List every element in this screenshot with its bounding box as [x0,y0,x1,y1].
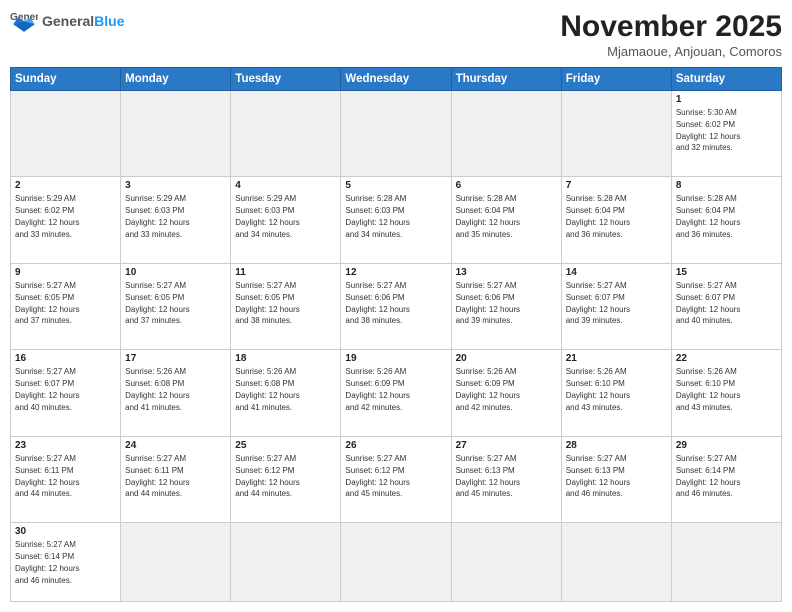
day-28: 28 Sunrise: 5:27 AM Sunset: 6:13 PM Dayl… [561,436,671,522]
day-23: 23 Sunrise: 5:27 AM Sunset: 6:11 PM Dayl… [11,436,121,522]
day-19: 19 Sunrise: 5:26 AM Sunset: 6:09 PM Dayl… [341,350,451,436]
day-9: 9 Sunrise: 5:27 AM Sunset: 6:05 PM Dayli… [11,263,121,349]
header-sunday: Sunday [11,68,121,91]
day-7: 7 Sunrise: 5:28 AM Sunset: 6:04 PM Dayli… [561,177,671,263]
calendar-row-1: 1 Sunrise: 5:30 AM Sunset: 6:02 PM Dayli… [11,91,782,177]
header: General GeneralBlue November 2025 Mjamao… [10,10,782,59]
calendar-row-5: 23 Sunrise: 5:27 AM Sunset: 6:11 PM Dayl… [11,436,782,522]
logo-text-block: GeneralBlue [42,14,124,28]
empty-cell [451,91,561,177]
title-block: November 2025 Mjamaoue, Anjouan, Comoros [560,10,782,59]
month-title: November 2025 [560,10,782,44]
day-1: 1 Sunrise: 5:30 AM Sunset: 6:02 PM Dayli… [671,91,781,177]
day-15: 15 Sunrise: 5:27 AM Sunset: 6:07 PM Dayl… [671,263,781,349]
calendar-row-4: 16 Sunrise: 5:27 AM Sunset: 6:07 PM Dayl… [11,350,782,436]
header-wednesday: Wednesday [341,68,451,91]
calendar-table: Sunday Monday Tuesday Wednesday Thursday… [10,67,782,602]
weekday-header-row: Sunday Monday Tuesday Wednesday Thursday… [11,68,782,91]
day-13: 13 Sunrise: 5:27 AM Sunset: 6:06 PM Dayl… [451,263,561,349]
location-subtitle: Mjamaoue, Anjouan, Comoros [560,44,782,59]
empty-cell [341,91,451,177]
empty-cell [121,523,231,602]
day-14: 14 Sunrise: 5:27 AM Sunset: 6:07 PM Dayl… [561,263,671,349]
day-3: 3 Sunrise: 5:29 AM Sunset: 6:03 PM Dayli… [121,177,231,263]
day-17: 17 Sunrise: 5:26 AM Sunset: 6:08 PM Dayl… [121,350,231,436]
empty-cell [11,91,121,177]
day-6: 6 Sunrise: 5:28 AM Sunset: 6:04 PM Dayli… [451,177,561,263]
header-monday: Monday [121,68,231,91]
header-saturday: Saturday [671,68,781,91]
day-4: 4 Sunrise: 5:29 AM Sunset: 6:03 PM Dayli… [231,177,341,263]
logo: General GeneralBlue [10,10,124,32]
header-thursday: Thursday [451,68,561,91]
day-18: 18 Sunrise: 5:26 AM Sunset: 6:08 PM Dayl… [231,350,341,436]
day-30: 30 Sunrise: 5:27 AM Sunset: 6:14 PM Dayl… [11,523,121,602]
day-10: 10 Sunrise: 5:27 AM Sunset: 6:05 PM Dayl… [121,263,231,349]
day-24: 24 Sunrise: 5:27 AM Sunset: 6:11 PM Dayl… [121,436,231,522]
day-27: 27 Sunrise: 5:27 AM Sunset: 6:13 PM Dayl… [451,436,561,522]
empty-cell [561,91,671,177]
day-1-info: Sunrise: 5:30 AM Sunset: 6:02 PM Dayligh… [676,108,740,152]
day-11: 11 Sunrise: 5:27 AM Sunset: 6:05 PM Dayl… [231,263,341,349]
day-29: 29 Sunrise: 5:27 AM Sunset: 6:14 PM Dayl… [671,436,781,522]
calendar-row-3: 9 Sunrise: 5:27 AM Sunset: 6:05 PM Dayli… [11,263,782,349]
day-5: 5 Sunrise: 5:28 AM Sunset: 6:03 PM Dayli… [341,177,451,263]
day-25: 25 Sunrise: 5:27 AM Sunset: 6:12 PM Dayl… [231,436,341,522]
day-16: 16 Sunrise: 5:27 AM Sunset: 6:07 PM Dayl… [11,350,121,436]
generalblue-icon: General [10,10,38,32]
empty-cell [451,523,561,602]
day-2: 2 Sunrise: 5:29 AM Sunset: 6:02 PM Dayli… [11,177,121,263]
calendar-row-2: 2 Sunrise: 5:29 AM Sunset: 6:02 PM Dayli… [11,177,782,263]
day-22: 22 Sunrise: 5:26 AM Sunset: 6:10 PM Dayl… [671,350,781,436]
day-26: 26 Sunrise: 5:27 AM Sunset: 6:12 PM Dayl… [341,436,451,522]
day-8: 8 Sunrise: 5:28 AM Sunset: 6:04 PM Dayli… [671,177,781,263]
empty-cell [121,91,231,177]
empty-cell [231,523,341,602]
page: General GeneralBlue November 2025 Mjamao… [0,0,792,612]
day-21: 21 Sunrise: 5:26 AM Sunset: 6:10 PM Dayl… [561,350,671,436]
day-12: 12 Sunrise: 5:27 AM Sunset: 6:06 PM Dayl… [341,263,451,349]
empty-cell [341,523,451,602]
calendar-row-6: 30 Sunrise: 5:27 AM Sunset: 6:14 PM Dayl… [11,523,782,602]
empty-cell [561,523,671,602]
header-tuesday: Tuesday [231,68,341,91]
header-friday: Friday [561,68,671,91]
empty-cell [671,523,781,602]
day-20: 20 Sunrise: 5:26 AM Sunset: 6:09 PM Dayl… [451,350,561,436]
empty-cell [231,91,341,177]
